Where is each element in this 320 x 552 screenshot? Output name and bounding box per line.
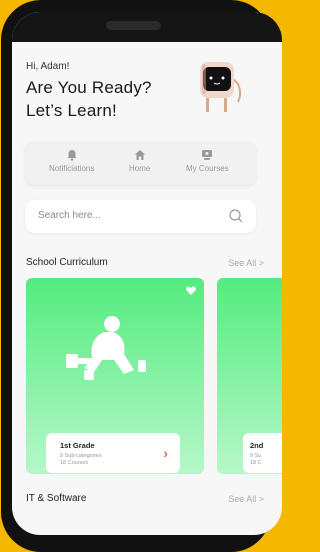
status-bar [12,12,282,42]
search-input[interactable]: Search here... [38,210,101,221]
card-subcategories-2nd: 9 Su [250,453,262,459]
chevron-right-icon[interactable]: › [163,445,168,461]
nav-label-notifications: Notificiations [49,164,95,173]
section-title-school: School Curriculum [26,257,108,268]
card-title-2nd: 2nd [250,441,264,450]
see-all-school-link[interactable]: See All > [228,258,264,268]
headline-line-1: Are You Ready? [26,78,152,97]
notch [106,21,161,30]
phone-frame: Hi, Adam! Are You Ready? Let’s Learn! No… [1,0,282,552]
nav-label-home: Home [129,164,151,173]
card-info-2nd: 2nd 9 Su 18 C [243,433,282,473]
search-bar[interactable]: Search here... [25,200,256,233]
nav-label-my-courses: My Courses [186,164,229,173]
headline-line-2: Let’s Learn! [26,101,117,120]
quick-nav-bar: Notificiations Home My Courses [25,142,256,185]
greeting-text: Hi, Adam! [26,61,70,72]
course-card-1st-grade[interactable]: 1st Grade 9 Sub-categories 18 Courses › [26,278,204,474]
section-title-it: IT & Software [26,493,87,504]
card-info-1st-grade: 1st Grade 9 Sub-categories 18 Courses › [46,433,180,473]
child-silhouette-icon [66,316,146,380]
see-all-it-link[interactable]: See All > [228,494,264,504]
card-subcategories-1st-grade: 9 Sub-categories [60,453,102,459]
search-icon[interactable] [228,208,244,224]
card-courses-2nd: 18 C [250,460,262,466]
robot-mascot-icon [200,62,242,112]
page-title: Are You Ready? Let’s Learn! [26,76,152,122]
card-courses-1st-grade: 18 Courses [60,460,89,466]
heart-icon[interactable] [186,286,196,295]
nav-item-my-courses[interactable]: My Courses [186,149,229,173]
course-card-2nd[interactable]: 2nd 9 Su 18 C [217,278,282,474]
nav-item-notifications[interactable]: Notificiations [49,149,94,173]
app-screen: Hi, Adam! Are You Ready? Let’s Learn! No… [12,12,282,535]
bell-icon [67,150,77,161]
card-title-1st-grade: 1st Grade [60,441,95,450]
nav-item-home[interactable]: Home [129,149,150,173]
home-icon [134,150,145,160]
courses-icon [202,150,213,160]
